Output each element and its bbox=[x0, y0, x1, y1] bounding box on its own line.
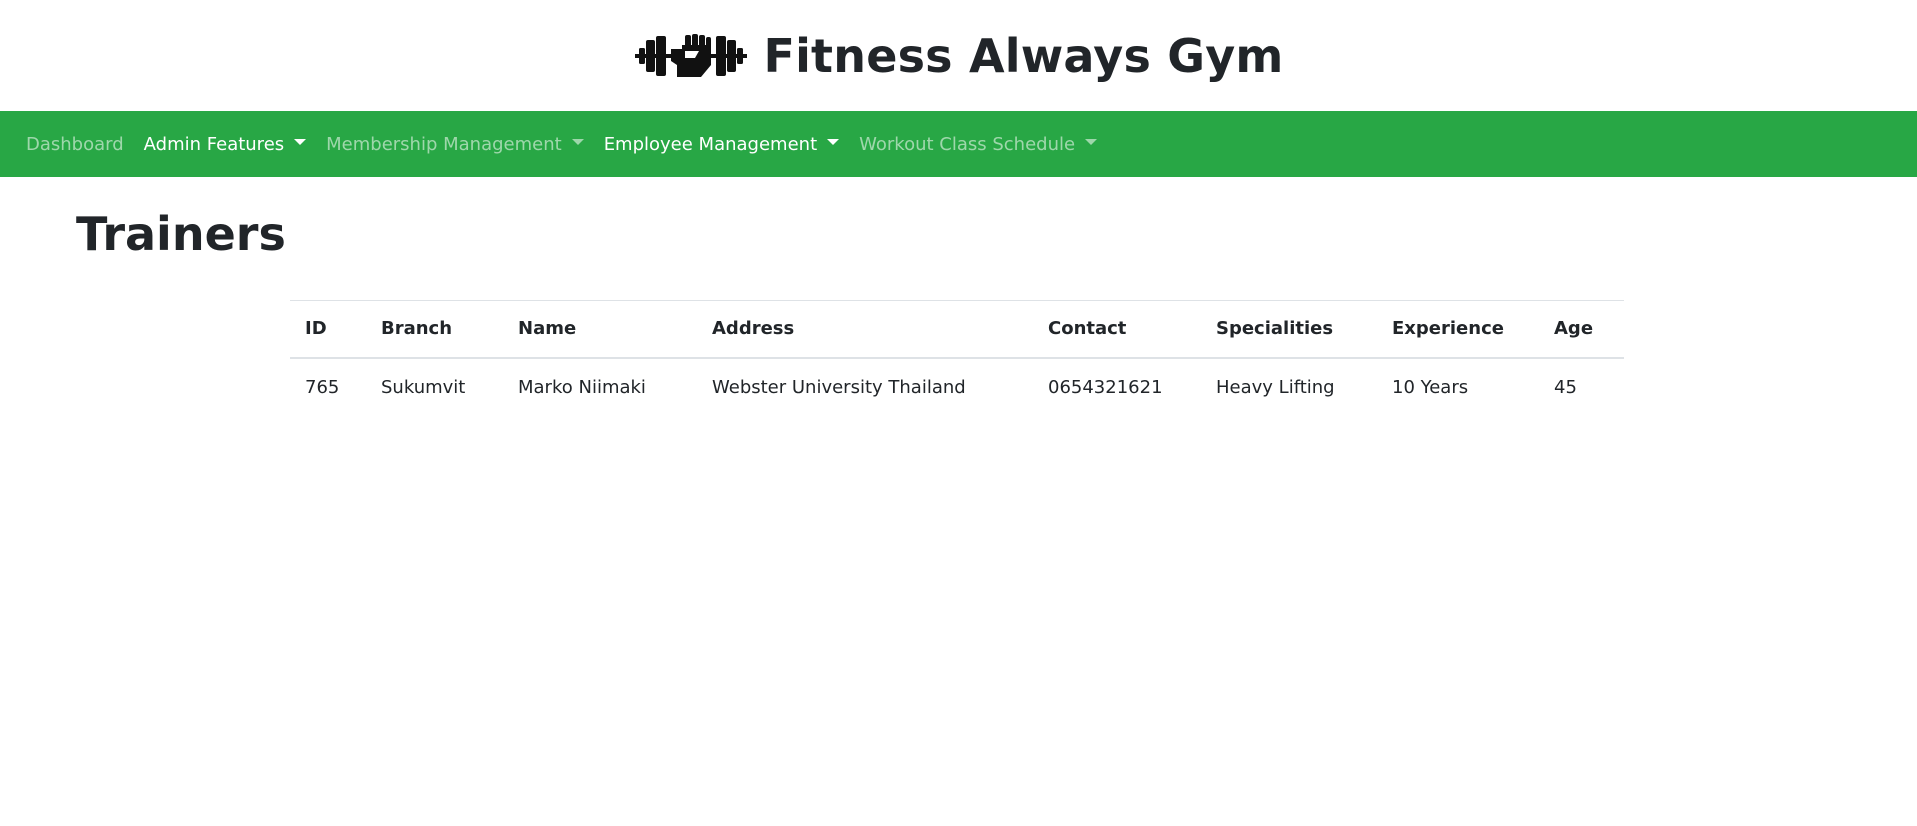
column-header-id: ID bbox=[290, 299, 366, 360]
nav-workout-class-schedule[interactable]: Workout Class Schedule bbox=[859, 133, 1098, 155]
column-header-name: Name bbox=[503, 299, 697, 360]
cell-address: Webster University Thailand bbox=[712, 377, 966, 399]
nav-dashboard[interactable]: Dashboard bbox=[26, 134, 124, 155]
page-title: Trainers bbox=[76, 207, 286, 261]
column-header-experience: Experience bbox=[1377, 299, 1539, 360]
main-content: Trainers ID Branch Name Address Contact … bbox=[0, 209, 1917, 416]
nav-admin-features[interactable]: Admin Features bbox=[143, 133, 307, 155]
column-header-age: Age bbox=[1539, 299, 1624, 360]
trainers-table-wrapper: ID Branch Name Address Contact Specialit… bbox=[290, 299, 1624, 417]
site-header: Fitness Always Gym bbox=[0, 0, 1917, 111]
nav-admin-features-label: Admin Features bbox=[143, 133, 285, 155]
cell-name: Marko Niimaki bbox=[518, 377, 646, 399]
caret-down-icon bbox=[1085, 139, 1098, 145]
nav-dashboard-label: Dashboard bbox=[26, 133, 124, 155]
cell-specialities: Heavy Lifting bbox=[1216, 377, 1335, 399]
table-header: ID Branch Name Address Contact Specialit… bbox=[290, 299, 1624, 360]
table-header-row: ID Branch Name Address Contact Specialit… bbox=[290, 299, 1624, 360]
nav-employee-management-label: Employee Management bbox=[603, 133, 818, 155]
caret-down-icon bbox=[827, 139, 840, 145]
cell-id: 765 bbox=[305, 377, 340, 399]
column-header-contact: Contact bbox=[1033, 299, 1201, 360]
dumbbell-fist-icon bbox=[633, 31, 749, 81]
column-header-specialities: Specialities bbox=[1201, 299, 1377, 360]
caret-down-icon bbox=[571, 139, 584, 145]
table-body: 765 Sukumvit Marko Niimaki Webster Unive… bbox=[290, 358, 1624, 416]
cell-contact: 0654321621 bbox=[1048, 377, 1163, 399]
trainers-table: ID Branch Name Address Contact Specialit… bbox=[290, 299, 1624, 417]
cell-experience: 10 Years bbox=[1392, 377, 1469, 399]
main-navbar: Dashboard Admin Features Membership Mana… bbox=[0, 111, 1917, 177]
brand-title: Fitness Always Gym bbox=[763, 28, 1284, 83]
table-row: 765 Sukumvit Marko Niimaki Webster Unive… bbox=[290, 358, 1624, 416]
caret-down-icon bbox=[294, 139, 307, 145]
cell-age: 45 bbox=[1554, 377, 1577, 399]
nav-workout-class-schedule-label: Workout Class Schedule bbox=[859, 133, 1076, 155]
column-header-branch: Branch bbox=[366, 299, 503, 360]
column-header-address: Address bbox=[697, 299, 1033, 360]
cell-branch: Sukumvit bbox=[381, 377, 466, 399]
nav-membership-management-label: Membership Management bbox=[326, 133, 562, 155]
nav-membership-management[interactable]: Membership Management bbox=[326, 134, 584, 155]
nav-employee-management[interactable]: Employee Management bbox=[603, 133, 840, 155]
